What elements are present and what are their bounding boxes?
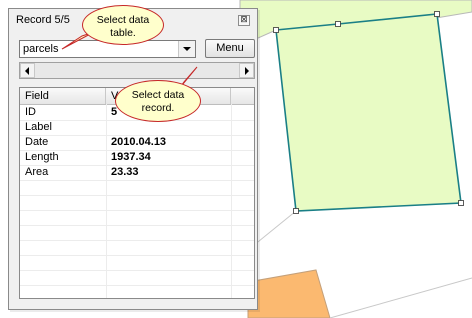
table-row[interactable]: Label — [20, 120, 254, 136]
table-row[interactable]: Date 2010.04.13 — [20, 135, 254, 151]
column-header-field[interactable]: Field — [20, 88, 106, 104]
field-value: 2010.04.13 — [111, 136, 167, 148]
table-row[interactable] — [20, 270, 254, 286]
callout-line: Select data — [96, 14, 150, 26]
scroll-right-icon[interactable] — [239, 63, 254, 78]
table-row[interactable] — [20, 255, 254, 271]
scroll-left-icon[interactable] — [20, 63, 35, 78]
callout-line: record. — [141, 102, 175, 114]
field-name: Length — [25, 151, 59, 163]
table-row[interactable] — [20, 240, 254, 256]
record-window: Record 5/5 ⊠ parcels Menu Field V ID 5 L… — [8, 8, 258, 310]
table-row[interactable]: Length 1937.34 — [20, 150, 254, 166]
callout-line: Select data — [131, 89, 185, 101]
window-title: Record 5/5 — [16, 14, 70, 26]
vertex-handle[interactable] — [458, 200, 464, 206]
table-row[interactable] — [20, 225, 254, 241]
field-value: 23.33 — [111, 166, 139, 178]
chevron-down-icon[interactable] — [178, 41, 195, 57]
table-row[interactable] — [20, 180, 254, 196]
callout-select-table: Select data table. — [82, 5, 164, 45]
table-row[interactable] — [20, 210, 254, 226]
close-icon[interactable]: ⊠ — [238, 15, 250, 26]
vertex-handle[interactable] — [434, 11, 440, 17]
callout-line: table. — [110, 27, 136, 39]
field-name: Date — [25, 136, 49, 148]
table-select-value: parcels — [23, 43, 59, 55]
neighbor-parcel-orange[interactable] — [247, 269, 331, 318]
callout-select-record: Select data record. — [115, 80, 201, 122]
table-row[interactable]: Area 23.33 — [20, 165, 254, 181]
field-name: Area — [25, 166, 49, 178]
vertex-handle[interactable] — [335, 21, 341, 27]
menu-button[interactable]: Menu — [205, 39, 255, 58]
vertex-handle[interactable] — [293, 208, 299, 214]
field-name: Label — [25, 121, 52, 133]
table-row[interactable] — [20, 195, 254, 211]
record-scrollbar[interactable] — [19, 62, 255, 79]
selected-parcel[interactable] — [275, 13, 462, 212]
vertex-handle[interactable] — [273, 27, 279, 33]
field-value: 1937.34 — [111, 151, 151, 163]
field-name: ID — [25, 106, 36, 118]
